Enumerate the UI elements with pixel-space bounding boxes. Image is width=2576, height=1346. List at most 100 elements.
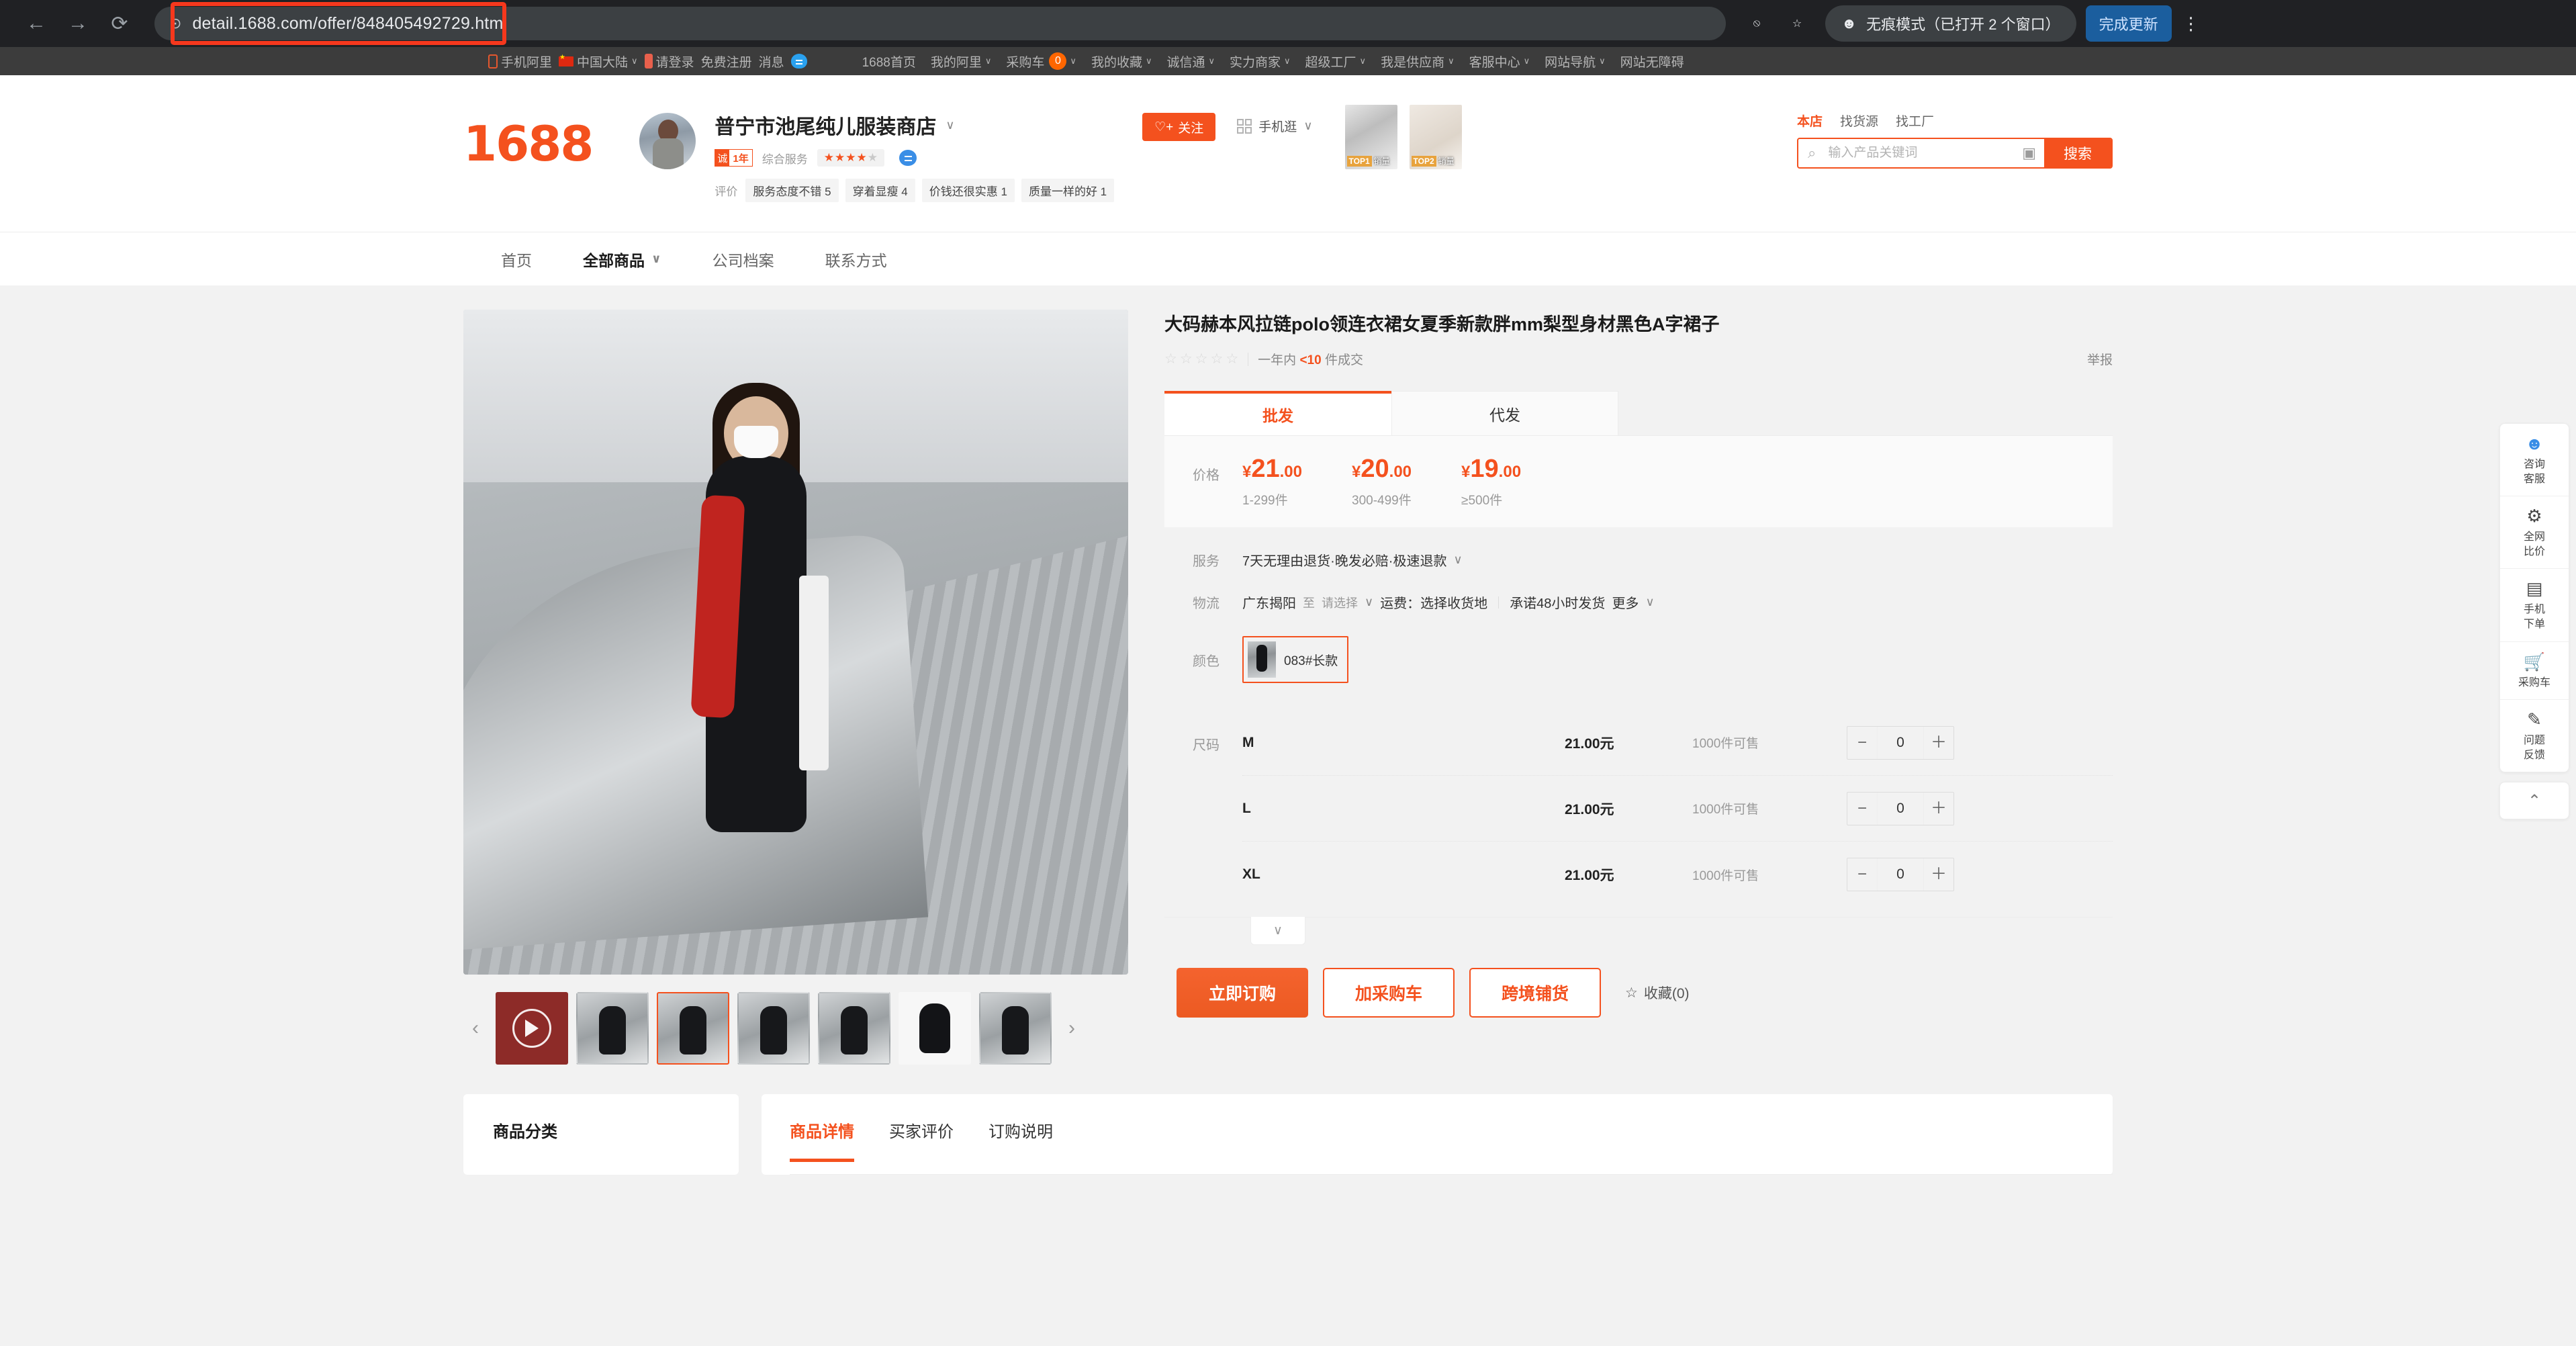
stepper-minus-button[interactable]: −	[1847, 793, 1877, 825]
thumbnail-item[interactable]	[979, 992, 1052, 1065]
thumbnail-video[interactable]	[496, 992, 568, 1065]
chevron-down-icon: ∨	[1359, 56, 1367, 66]
eval-tag[interactable]: 服务态度不错 5	[745, 179, 839, 202]
topbar-item-mobile-ali[interactable]: 手机阿里	[488, 52, 552, 71]
add-to-cart-button[interactable]: 加采购车	[1323, 968, 1455, 1018]
update-button[interactable]: 完成更新	[2085, 5, 2172, 42]
topbar-item-super-factory[interactable]: 超级工厂 ∨	[1305, 52, 1367, 71]
topbar-item-wangwang[interactable]	[790, 54, 807, 69]
rail-item-price-compare[interactable]: ⚙ 全网 比价	[2500, 496, 2569, 570]
topbar-item-my-ali[interactable]: 我的阿里 ∨	[931, 52, 992, 71]
follow-shop-button[interactable]: ♡+ 关注	[1142, 113, 1216, 141]
size-row: L 21.00元 1000件可售 − 0 ＋	[1242, 776, 2113, 842]
shop-nav-item-home[interactable]: 首页	[463, 248, 557, 271]
cross-border-button[interactable]: 跨境铺货	[1469, 968, 1601, 1018]
search-box[interactable]: ⌕ ▣ 搜索	[1797, 138, 2113, 169]
quantity-stepper[interactable]: − 0 ＋	[1847, 858, 1954, 892]
search-input[interactable]	[1819, 139, 2015, 167]
logistics-to-select[interactable]: 请选择	[1322, 594, 1358, 611]
thumbnail-prev-icon[interactable]: ‹	[463, 992, 488, 1065]
topbar-item-home[interactable]: 1688首页	[862, 52, 916, 71]
topbar-item-strong-merchant[interactable]: 实力商家 ∨	[1230, 52, 1291, 71]
topbar-item-support-center[interactable]: 客服中心 ∨	[1469, 52, 1530, 71]
rail-item-feedback[interactable]: ✎ 问题 反馈	[2500, 700, 2569, 772]
topbar-item-login[interactable]: 请登录	[644, 52, 694, 71]
topbar-label: 我是供应商	[1381, 55, 1445, 70]
topbar-item-register[interactable]: 免费注册	[701, 52, 752, 71]
stepper-plus-button[interactable]: ＋	[1924, 793, 1953, 825]
search-tab-this-shop[interactable]: 本店	[1797, 111, 1823, 130]
forward-icon[interactable]: →	[59, 5, 97, 42]
incognito-indicator[interactable]: ☻ 无痕模式（已打开 2 个窗口）	[1825, 5, 2076, 42]
topbar-item-messages[interactable]: 消息	[759, 52, 784, 71]
search-button[interactable]: 搜索	[2044, 139, 2111, 167]
topbar-item-cart[interactable]: 采购车 0 ∨	[1006, 52, 1076, 71]
topbar-item-i-am-supplier[interactable]: 我是供应商 ∨	[1381, 52, 1455, 71]
buy-now-button[interactable]: 立即订购	[1177, 968, 1308, 1018]
shop-nav-item-all-products[interactable]: 全部商品 ∨	[557, 248, 687, 271]
tab-wholesale[interactable]: 批发	[1164, 391, 1391, 436]
stepper-plus-button[interactable]: ＋	[1924, 858, 1953, 891]
search-tab-find-source[interactable]: 找货源	[1840, 111, 1878, 130]
tab-dropship[interactable]: 代发	[1391, 391, 1618, 436]
eval-tag[interactable]: 价钱还很实惠 1	[921, 179, 1015, 202]
expand-sizes-button[interactable]: ∨	[1250, 917, 1305, 946]
rail-item-mobile-order[interactable]: ▤ 手机 下单	[2500, 569, 2569, 642]
top-product-card[interactable]: TOP2 销量	[1409, 105, 1462, 169]
site-info-lock-icon[interactable]: ⊙	[169, 15, 181, 32]
topbar-item-site-nav[interactable]: 网站导航 ∨	[1545, 52, 1606, 71]
report-link[interactable]: 举报	[2087, 350, 2113, 368]
color-option-selected[interactable]: 083#长款	[1242, 636, 1349, 684]
topbar-item-favorites[interactable]: 我的收藏 ∨	[1091, 52, 1152, 71]
favorite-button[interactable]: ☆ 收藏(0)	[1625, 983, 1690, 1003]
quantity-stepper[interactable]: − 0 ＋	[1847, 791, 1954, 825]
reload-icon[interactable]: ⟳	[101, 5, 138, 42]
rail-item-customer-service[interactable]: ☻ 咨询 客服	[2500, 424, 2569, 497]
address-bar[interactable]: ⊙ detail.1688.com/offer/848405492729.htm…	[154, 7, 1726, 40]
tab-product-detail[interactable]: 商品详情	[790, 1118, 854, 1162]
thumbnail-item-selected[interactable]	[657, 992, 729, 1065]
stepper-value[interactable]: 0	[1877, 858, 1924, 891]
site-logo[interactable]: 1688	[463, 116, 594, 172]
topbar-item-accessibility[interactable]: 网站无障碍	[1620, 52, 1684, 71]
stepper-plus-button[interactable]: ＋	[1924, 727, 1953, 759]
tab-buyer-reviews[interactable]: 买家评价	[889, 1118, 954, 1162]
stepper-value[interactable]: 0	[1877, 792, 1924, 825]
topbar-item-chengxintong[interactable]: 诚信通 ∨	[1166, 52, 1215, 71]
top-product-card[interactable]: TOP1 销量	[1344, 105, 1397, 169]
back-icon[interactable]: ←	[17, 5, 55, 42]
quantity-stepper[interactable]: − 0 ＋	[1847, 725, 1954, 760]
tracking-protection-icon[interactable]: ⦸	[1738, 5, 1776, 42]
stepper-value[interactable]: 0	[1877, 726, 1924, 759]
product-hero-image[interactable]	[463, 310, 1128, 975]
thumbnail-next-icon[interactable]: ›	[1060, 992, 1084, 1065]
stepper-minus-button[interactable]: −	[1847, 858, 1877, 891]
bookmark-star-icon[interactable]: ☆	[1778, 5, 1816, 42]
rail-item-cart[interactable]: 🛒 采购车	[2500, 642, 2569, 701]
chevron-down-icon[interactable]: ∨	[1645, 595, 1654, 609]
stepper-minus-button[interactable]: −	[1847, 727, 1877, 759]
search-tab-find-factory[interactable]: 找工厂	[1896, 111, 1934, 130]
tab-order-instructions[interactable]: 订购说明	[988, 1118, 1053, 1162]
thumbnail-item[interactable]	[818, 992, 890, 1065]
logistics-more[interactable]: 更多	[1612, 592, 1639, 612]
cart-icon: 🛒	[2523, 651, 2546, 672]
service-value[interactable]: 7天无理由退货·晚发必赔·极速退款 ∨	[1242, 550, 1463, 570]
topbar-label: 我的收藏	[1091, 55, 1142, 70]
chevron-down-icon[interactable]: ∨	[1365, 595, 1373, 609]
chevron-down-icon[interactable]: ∨	[946, 118, 954, 132]
thumbnail-item[interactable]	[899, 992, 971, 1065]
thumbnail-item[interactable]	[576, 992, 649, 1065]
chrome-menu-icon[interactable]: ⋮	[2174, 15, 2208, 32]
mobile-browse-button[interactable]: 手机逛 ∨	[1237, 117, 1313, 135]
eval-tag[interactable]: 质量一样的好 1	[1021, 179, 1115, 202]
shop-nav-item-company-profile[interactable]: 公司档案	[687, 248, 800, 271]
back-to-top-button[interactable]: ⌃	[2499, 782, 2569, 820]
shop-nav-item-contact[interactable]: 联系方式	[800, 248, 913, 271]
eval-tag[interactable]: 穿着显瘦 4	[845, 179, 915, 202]
wangwang-chat-icon[interactable]	[899, 150, 917, 166]
camera-search-icon[interactable]: ▣	[2014, 139, 2044, 167]
shop-name[interactable]: 普宁市池尾纯儿服装商店	[715, 110, 936, 140]
topbar-item-region[interactable]: 中国大陆 ∨	[559, 52, 638, 71]
thumbnail-item[interactable]	[737, 992, 810, 1065]
